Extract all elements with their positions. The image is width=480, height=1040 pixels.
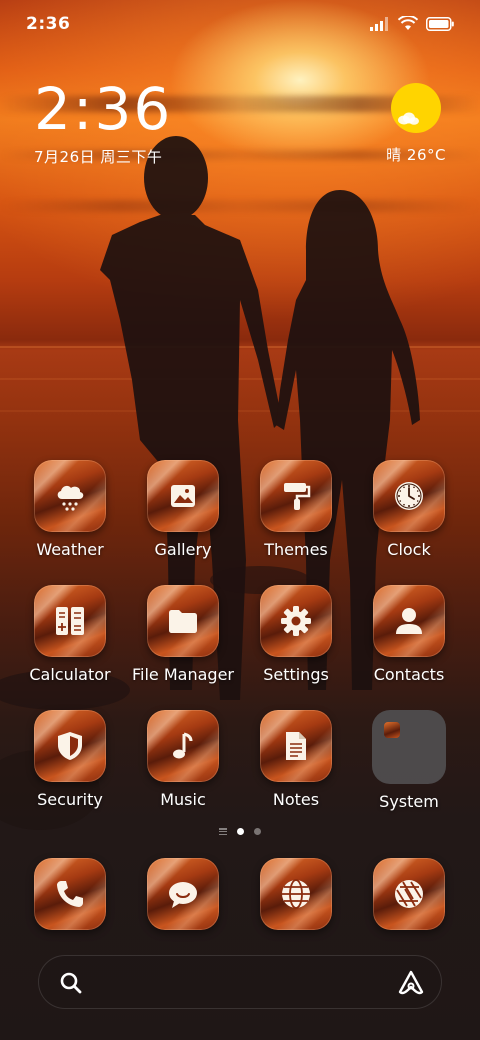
- dock-messages[interactable]: [128, 858, 238, 930]
- dock-browser[interactable]: [241, 858, 351, 930]
- gear-icon: [281, 606, 311, 636]
- signal-icon: [370, 16, 388, 31]
- clock-widget-time: 2:36: [34, 75, 173, 143]
- person-icon: [396, 608, 422, 634]
- folder-mini-app-icon: [384, 722, 400, 738]
- clock-widget-date: 7月26日 周三下午: [34, 148, 163, 166]
- snow-cloud-icon: [57, 485, 84, 511]
- document-icon: [286, 732, 306, 760]
- app-label: Weather: [36, 540, 104, 559]
- app-clock[interactable]: Clock: [354, 460, 464, 559]
- page-list-icon[interactable]: [219, 828, 227, 835]
- paint-roller-icon: [284, 483, 311, 510]
- folder-group-icon: [372, 710, 446, 784]
- message-icon: [169, 882, 197, 908]
- wifi-icon: [398, 16, 418, 30]
- sunny-partly-cloudy-icon: [390, 82, 442, 134]
- app-icon: [34, 460, 106, 532]
- app-label: Security: [37, 790, 103, 809]
- app-settings[interactable]: Settings: [241, 585, 351, 684]
- weather-widget[interactable]: 晴 26°C: [386, 82, 446, 165]
- page-dot-active[interactable]: [237, 828, 244, 835]
- folder-icon: [169, 610, 197, 633]
- app-label: Notes: [272, 790, 320, 809]
- app-icon: [147, 460, 219, 532]
- app-contacts[interactable]: Contacts: [354, 585, 464, 684]
- app-icon: [260, 710, 332, 782]
- dock-camera[interactable]: [354, 858, 464, 930]
- clock-widget[interactable]: 2:36 7月26日 周三下午: [34, 78, 172, 167]
- app-label: Gallery: [154, 540, 212, 559]
- app-label: Clock: [387, 540, 431, 559]
- search-icon[interactable]: [59, 971, 83, 995]
- status-bar: 2:36: [0, 0, 480, 50]
- app-label: Themes: [264, 540, 328, 559]
- app-gallery[interactable]: Gallery: [128, 460, 238, 559]
- status-icons: [370, 16, 454, 31]
- app-label: Settings: [263, 665, 329, 684]
- app-icon: [260, 585, 332, 657]
- phone-icon: [57, 881, 83, 907]
- search-bar[interactable]: [38, 955, 442, 1009]
- clock-icon: [395, 482, 423, 510]
- globe-icon: [282, 879, 310, 909]
- app-file-manager[interactable]: File Manager: [128, 585, 238, 684]
- app-icon: [147, 858, 219, 930]
- assistant-icon[interactable]: [397, 969, 425, 997]
- app-label: System: [379, 792, 439, 811]
- app-icon: [260, 858, 332, 930]
- page-dot[interactable]: [254, 828, 261, 835]
- weather-text: 晴 26°C: [386, 146, 446, 164]
- status-time: 2:36: [26, 14, 71, 34]
- battery-icon: [426, 16, 454, 31]
- app-calculator[interactable]: Calculator: [15, 585, 125, 684]
- dock-phone[interactable]: [15, 858, 125, 930]
- app-icon: [34, 858, 106, 930]
- app-music[interactable]: Music: [128, 710, 238, 809]
- app-icon: [34, 710, 106, 782]
- app-icon: [260, 460, 332, 532]
- music-note-icon: [173, 732, 193, 759]
- camera-shutter-icon: [395, 880, 423, 908]
- app-notes[interactable]: Notes: [241, 710, 351, 809]
- app-label: File Manager: [132, 665, 234, 684]
- app-icon: [373, 585, 445, 657]
- app-icon: [34, 585, 106, 657]
- app-label: Contacts: [373, 665, 445, 684]
- app-themes[interactable]: Themes: [241, 460, 351, 559]
- app-icon: [147, 585, 219, 657]
- image-icon: [171, 485, 195, 507]
- app-icon: [373, 858, 445, 930]
- app-security[interactable]: Security: [15, 710, 125, 809]
- app-label: Calculator: [29, 665, 111, 684]
- calculator-icon: [56, 607, 84, 635]
- app-icon: [373, 460, 445, 532]
- page-indicator[interactable]: [0, 828, 480, 835]
- app-weather[interactable]: Weather: [15, 460, 125, 559]
- app-label: Music: [160, 790, 206, 809]
- shield-icon: [58, 732, 82, 760]
- folder-system[interactable]: System: [354, 710, 464, 811]
- app-icon: [147, 710, 219, 782]
